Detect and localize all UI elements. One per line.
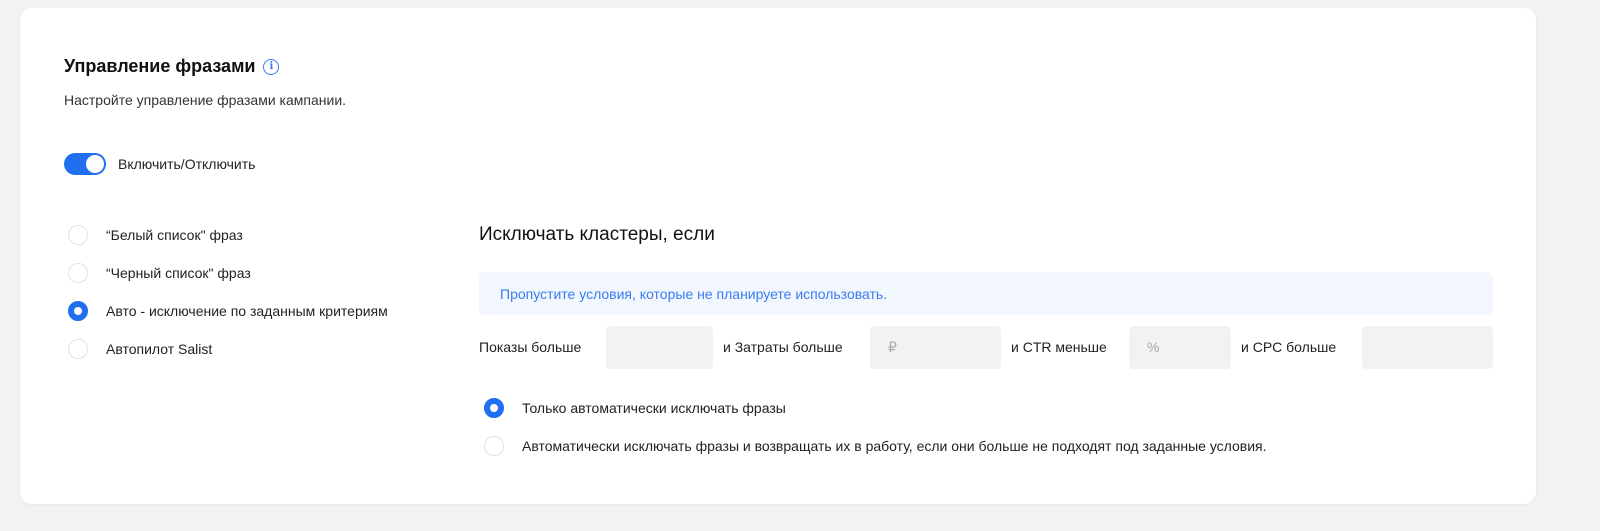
exclusion-criteria-row: Показы больше и Затраты больше ₽ и CTR м… [479, 326, 1493, 369]
radio-auto-exclusion[interactable]: Авто - исключение по заданным критериям [68, 300, 388, 322]
radio-only-exclude-button[interactable] [484, 398, 504, 418]
impressions-input[interactable] [606, 326, 713, 369]
exclusion-hint: Пропустите условия, которые не планирует… [479, 272, 1493, 315]
radio-autopilot[interactable]: Автопилот Salist [68, 338, 388, 360]
ctr-label: и CTR меньше [1011, 339, 1107, 355]
radio-autopilot-label: Автопилот Salist [106, 341, 213, 357]
cpc-label: и CPC больше [1241, 339, 1337, 355]
radio-exclude-and-return-label: Автоматически исключать фразы и возвраща… [522, 438, 1267, 454]
radio-only-exclude-label: Только автоматически исключать фразы [522, 400, 786, 416]
radio-whitelist[interactable]: “Белый список" фраз [68, 224, 388, 246]
page-subtitle: Настройте управление фразами кампании. [64, 92, 347, 108]
radio-exclude-and-return-button[interactable] [484, 436, 504, 456]
ctr-input[interactable]: % [1129, 326, 1231, 369]
radio-auto-exclusion-button[interactable] [68, 301, 88, 321]
page-title: Управление фразами i [64, 56, 280, 77]
radio-blacklist[interactable]: “Черный список" фраз [68, 262, 388, 284]
exclusion-hint-text: Пропустите условия, которые не планирует… [500, 285, 888, 302]
enable-toggle-label: Включить/Отключить [118, 156, 256, 172]
impressions-label: Показы больше [479, 339, 582, 355]
radio-only-exclude[interactable]: Только автоматически исключать фразы [484, 397, 1267, 419]
radio-whitelist-label: “Белый список" фраз [106, 227, 243, 243]
radio-whitelist-button[interactable] [68, 225, 88, 245]
cost-input[interactable]: ₽ [870, 326, 1001, 369]
radio-auto-exclusion-label: Авто - исключение по заданным критериям [106, 303, 388, 319]
cost-label: и Затраты больше [723, 339, 843, 355]
cpc-input[interactable] [1362, 326, 1493, 369]
radio-autopilot-button[interactable] [68, 339, 88, 359]
phrase-mode-radio-group: “Белый список" фраз “Черный список" фраз… [68, 224, 388, 376]
exclusion-mode-radio-group: Только автоматически исключать фразы Авт… [484, 397, 1267, 473]
radio-blacklist-label: “Черный список" фраз [106, 265, 251, 281]
info-icon[interactable]: i [263, 58, 280, 75]
enable-toggle[interactable] [64, 153, 106, 175]
radio-exclude-and-return[interactable]: Автоматически исключать фразы и возвраща… [484, 435, 1267, 457]
exclusion-section-title: Исключать кластеры, если [479, 224, 715, 245]
radio-blacklist-button[interactable] [68, 263, 88, 283]
enable-toggle-row: Включить/Отключить [64, 153, 255, 175]
page-title-text: Управление фразами [64, 56, 256, 76]
